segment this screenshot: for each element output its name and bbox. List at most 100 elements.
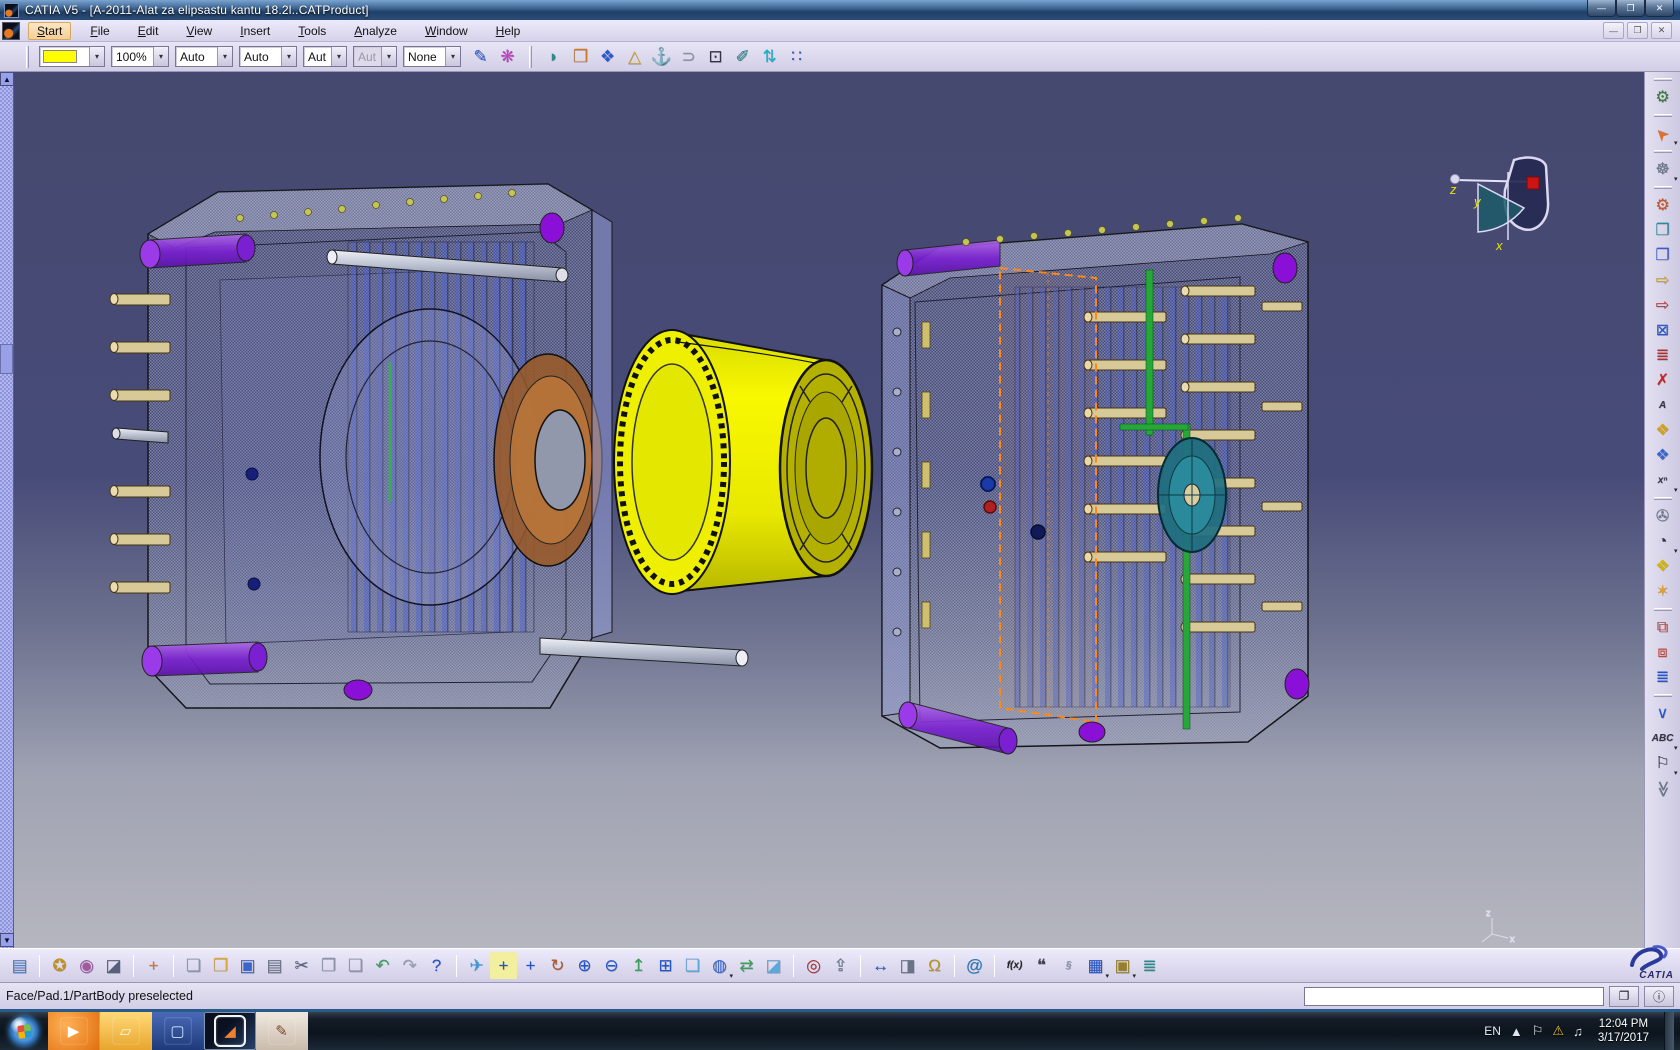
blue-marker-dot[interactable] [981,477,995,491]
toolbar-drag-handle[interactable] [1654,186,1672,189]
rendering-combo[interactable]: Aut ▾ [353,46,397,67]
fly-plane-icon[interactable]: ✈ [463,952,490,979]
symbol-combo[interactable]: Aut ▾ [303,46,347,67]
select-arrow-icon[interactable]: ➤▾ [1648,121,1678,146]
zoom-out-icon[interactable]: ⊖ [598,952,625,979]
open-folder-icon[interactable]: ❒ [207,952,234,979]
sketch-tracer-icon[interactable]: ⊡ [702,44,729,70]
graphic-color-combo[interactable]: ▾ [39,46,105,67]
restore-button[interactable]: ❐ [1616,0,1645,17]
compass[interactable]: z y x [1449,158,1548,253]
catalog-globe-icon[interactable]: ✪ [46,952,73,979]
undo-icon[interactable]: ↶ [369,952,396,979]
compass-free-rotation-handle[interactable] [1527,177,1539,189]
copy-icon[interactable]: ❐ [315,952,342,979]
thickness-combo[interactable]: Auto ▾ [239,46,297,67]
views-cubes-icon[interactable]: ❖ [594,44,621,70]
frame-annotation-icon[interactable]: A [1648,393,1678,418]
sync-document-icon[interactable]: ❐ [1648,218,1678,243]
update-gears-icon[interactable]: ⚙ [1648,85,1678,110]
constraint-check-icon[interactable]: ∨ [1648,701,1678,726]
tools-screwdriver-icon[interactable]: ✐ [729,44,756,70]
hide-screw-icon[interactable]: ✗ [1648,368,1678,393]
text-annotation-icon[interactable]: ABC▾ [1648,726,1678,751]
import-document-icon[interactable]: ⇨ [1648,293,1678,318]
sync-document-alt-icon[interactable]: ❐ [1648,243,1678,268]
transparency-combo[interactable]: 100% ▾ [111,46,169,67]
toolbar-drag-handle[interactable] [1654,150,1672,153]
flag-note-icon[interactable]: ⚐▾ [1648,751,1678,776]
minimize-button[interactable]: — [1587,0,1616,17]
link-icon[interactable]: § [1055,952,1082,979]
toolbar-drag-handle[interactable] [1654,608,1672,611]
menu-start[interactable]: Start [28,22,71,40]
hide-show-icon[interactable]: ⇄ [733,952,760,979]
catalog-box-icon[interactable]: ❒ [567,44,594,70]
right-mold-half[interactable] [882,215,1309,755]
snap-swap-icon[interactable]: ⧈ [1648,640,1678,665]
properties-wizard-icon[interactable]: ❋ [494,44,521,70]
fly-mouse-icon[interactable]: ◗ [540,44,567,70]
menu-edit[interactable]: Edit [129,22,168,40]
equivalent-dimensions-icon[interactable]: ≣ [1136,952,1163,979]
info-button[interactable]: ⓘ [1644,986,1674,1007]
render-shot-icon[interactable]: ◪ [100,952,127,979]
save-icon[interactable]: ▣ [234,952,261,979]
tree-filter-icon[interactable]: ≣ [1648,665,1678,690]
comment-icon[interactable]: ❝ [1028,952,1055,979]
show-desktop-button[interactable] [1664,1012,1674,1050]
linetype-combo[interactable]: Auto ▾ [175,46,233,67]
menu-analyze[interactable]: Analyze [345,22,406,40]
zoom-in-icon[interactable]: ⊕ [571,952,598,979]
tree-reorder-icon[interactable]: ≣ [1648,343,1678,368]
graph-tree-icon[interactable]: ❖ [1648,443,1678,468]
new-document-icon[interactable]: ❏ [180,952,207,979]
menu-help[interactable]: Help [487,22,530,40]
multi-view-icon[interactable]: ⊞ [652,952,679,979]
camera-snapshot-icon[interactable]: ✇ [1648,504,1678,529]
menu-file[interactable]: File [81,22,118,40]
child-minimize-button[interactable]: — [1603,22,1624,39]
measure-wizard-icon[interactable]: △ [621,44,648,70]
toolbar-drag-handle[interactable] [1654,114,1672,117]
scrollbar-thumb[interactable] [0,344,13,374]
volume-icon[interactable]: ♫ [1573,1024,1583,1039]
taskbar-paint[interactable]: ✎ [256,1012,308,1050]
taskbar-catia[interactable]: ◢ [204,1012,256,1050]
document-app-icon[interactable] [2,22,20,40]
catia-web-icon[interactable]: @ [961,952,988,979]
toolbar-drag-handle[interactable] [1654,497,1672,500]
menu-insert[interactable]: Insert [231,22,279,40]
swap-visible-icon[interactable]: ⇅ [756,44,783,70]
multi-instantiation-icon[interactable]: xⁿ▾ [1648,468,1678,493]
rotate-icon[interactable]: ↻ [544,952,571,979]
bucket-part[interactable] [614,330,872,594]
taskbar-clock[interactable]: 12:04 PM 3/17/2017 [1592,1017,1655,1046]
lock-icon[interactable]: ▣▾ [1109,952,1136,979]
action-center-flag-icon[interactable]: ⚐ [1532,1023,1544,1039]
cut-icon[interactable]: ✂ [288,952,315,979]
show-hidden-icons[interactable]: ▲ [1510,1024,1523,1039]
scroll-down-button[interactable]: ▼ [0,933,14,947]
network-warning-icon[interactable]: ⚠ [1552,1023,1564,1039]
product-tree-icon[interactable]: ❖ [1648,418,1678,443]
teal-gear-disc[interactable] [1158,438,1226,552]
shading-mode-icon[interactable]: ◍▾ [706,952,733,979]
export-document-icon[interactable]: ⇨ [1648,268,1678,293]
turntable-icon[interactable]: ◔▾ [1648,529,1678,554]
child-restore-button[interactable]: ❐ [1627,22,1648,39]
taskbar-explorer[interactable]: ▱ [100,1012,152,1050]
print-icon[interactable]: ▤ [261,952,288,979]
pan-icon[interactable]: + [517,952,544,979]
graphic-properties-brush-icon[interactable]: ✎ [467,44,494,70]
menu-view[interactable]: View [177,22,221,40]
title-bar[interactable]: CATIA V5 - [A-2011-Alat za elipsastu kan… [0,0,1680,20]
menu-window[interactable]: Window [416,22,477,40]
toolbar-drag-handle[interactable] [1654,694,1672,697]
more-tools-chevron[interactable]: ≫ [1648,776,1678,801]
toolbar-drag-handle[interactable] [1654,78,1672,81]
close-button[interactable]: ✕ [1645,0,1674,17]
hidden-space-icon[interactable]: ◪ [760,952,787,979]
viewport-scrollbar[interactable] [0,72,14,948]
child-close-button[interactable]: ✕ [1651,22,1672,39]
